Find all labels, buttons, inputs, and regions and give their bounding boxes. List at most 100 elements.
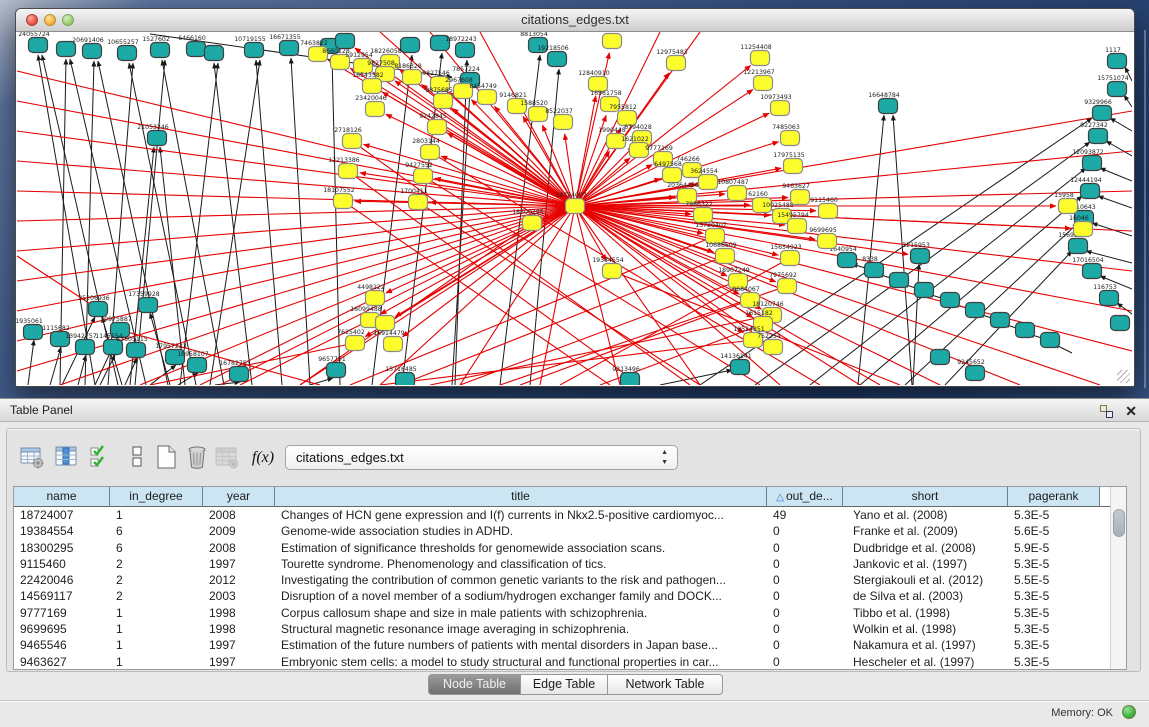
table-row[interactable]: 969969511998Structural magnetic resonanc… bbox=[14, 621, 1126, 637]
network-node[interactable] bbox=[966, 366, 985, 381]
network-node[interactable] bbox=[1108, 82, 1127, 97]
network-node[interactable] bbox=[603, 34, 622, 49]
table-row[interactable]: 2242004622012Investigating the contribut… bbox=[14, 572, 1126, 588]
table-row[interactable]: 977716911998Corpus callosum shape and si… bbox=[14, 605, 1126, 621]
network-node[interactable] bbox=[1081, 184, 1100, 199]
network-node[interactable] bbox=[205, 46, 224, 61]
tab-edge-table[interactable]: Edge Table bbox=[521, 674, 608, 695]
network-node[interactable] bbox=[83, 44, 102, 59]
network-node[interactable] bbox=[751, 51, 770, 66]
network-node[interactable] bbox=[991, 313, 1010, 328]
network-node[interactable] bbox=[1111, 316, 1130, 331]
network-node[interactable] bbox=[421, 145, 440, 160]
network-node[interactable] bbox=[414, 169, 433, 184]
select-columns-icon[interactable] bbox=[87, 444, 115, 472]
network-node[interactable] bbox=[754, 76, 773, 91]
network-canvas[interactable]: 1872400724055724206914061065525715276026… bbox=[16, 32, 1132, 385]
network-node[interactable] bbox=[409, 195, 428, 210]
network-node[interactable] bbox=[401, 38, 420, 53]
network-node[interactable] bbox=[890, 273, 909, 288]
zoom-window-button[interactable] bbox=[62, 14, 74, 26]
network-node[interactable] bbox=[784, 159, 803, 174]
column-header-short[interactable]: short bbox=[843, 487, 1008, 506]
network-node[interactable] bbox=[434, 94, 453, 109]
table-row[interactable]: 1938455462009Genome-wide association stu… bbox=[14, 523, 1126, 539]
network-node[interactable] bbox=[716, 249, 735, 264]
network-node[interactable] bbox=[699, 175, 718, 190]
column-header-out_de[interactable]: △out_de... bbox=[767, 487, 843, 506]
network-node[interactable] bbox=[366, 102, 385, 117]
row-height-icon[interactable] bbox=[123, 444, 151, 472]
tab-network-table[interactable]: Network Table bbox=[608, 674, 723, 695]
network-node[interactable] bbox=[818, 234, 837, 249]
network-node[interactable] bbox=[554, 115, 573, 130]
network-node[interactable] bbox=[245, 43, 264, 58]
network-node[interactable] bbox=[731, 360, 750, 375]
network-node[interactable] bbox=[428, 120, 447, 135]
network-node[interactable] bbox=[1083, 264, 1102, 279]
network-node[interactable] bbox=[966, 303, 985, 318]
network-node[interactable] bbox=[478, 90, 497, 105]
network-node[interactable] bbox=[230, 367, 249, 382]
network-node[interactable] bbox=[346, 336, 365, 351]
column-chooser-icon[interactable] bbox=[53, 444, 81, 472]
network-node[interactable] bbox=[1093, 106, 1112, 121]
network-node[interactable] bbox=[771, 101, 790, 116]
table-scrollbar[interactable] bbox=[1110, 487, 1126, 669]
function-builder-icon[interactable]: f(x) bbox=[249, 444, 277, 472]
network-node[interactable] bbox=[151, 43, 170, 58]
window-resize-grip[interactable] bbox=[1117, 370, 1130, 383]
network-node[interactable] bbox=[89, 302, 108, 317]
network-node[interactable] bbox=[865, 263, 884, 278]
network-node[interactable] bbox=[456, 43, 475, 58]
network-node[interactable] bbox=[24, 325, 43, 340]
network-node[interactable] bbox=[911, 249, 930, 264]
column-header-pagerank[interactable]: pagerank bbox=[1008, 487, 1100, 506]
minimize-window-button[interactable] bbox=[44, 14, 56, 26]
network-node[interactable] bbox=[280, 41, 299, 56]
network-node[interactable] bbox=[1016, 323, 1035, 338]
network-node[interactable] bbox=[1108, 54, 1127, 69]
network-node[interactable] bbox=[1069, 239, 1088, 254]
network-node[interactable] bbox=[941, 293, 960, 308]
network-node[interactable] bbox=[1074, 222, 1093, 237]
network-node[interactable] bbox=[188, 358, 207, 373]
network-node[interactable] bbox=[1100, 291, 1119, 306]
network-node[interactable] bbox=[334, 194, 353, 209]
network-node[interactable] bbox=[1041, 333, 1060, 348]
scrollbar-thumb[interactable] bbox=[1113, 509, 1125, 537]
tab-node-table[interactable]: Node Table bbox=[428, 674, 521, 695]
network-node[interactable] bbox=[339, 164, 358, 179]
network-node[interactable] bbox=[931, 350, 950, 365]
table-row[interactable]: 1830029562008Estimation of significance … bbox=[14, 540, 1126, 556]
table-row[interactable]: 946554611997Estimation of the future num… bbox=[14, 637, 1126, 653]
network-node[interactable] bbox=[403, 70, 422, 85]
column-header-name[interactable]: name bbox=[14, 487, 110, 506]
network-node[interactable] bbox=[29, 38, 48, 53]
network-node[interactable] bbox=[127, 343, 146, 358]
network-node[interactable] bbox=[879, 99, 898, 114]
network-node[interactable] bbox=[621, 373, 640, 386]
network-node[interactable] bbox=[187, 42, 206, 57]
close-panel-icon[interactable]: ✕ bbox=[1125, 401, 1137, 421]
table-row[interactable]: 1872400712008Changes of HCN gene express… bbox=[14, 507, 1126, 523]
network-node[interactable] bbox=[915, 283, 934, 298]
network-node[interactable] bbox=[728, 186, 747, 201]
network-node[interactable] bbox=[396, 373, 415, 386]
column-header-in_degree[interactable]: in_degree bbox=[110, 487, 203, 506]
network-node[interactable] bbox=[781, 131, 800, 146]
network-node[interactable] bbox=[819, 204, 838, 219]
column-header-title[interactable]: title bbox=[275, 487, 767, 506]
memory-status-indicator[interactable] bbox=[1122, 705, 1136, 719]
network-node[interactable] bbox=[788, 219, 807, 234]
network-node[interactable] bbox=[366, 291, 385, 306]
network-node[interactable] bbox=[778, 279, 797, 294]
table-row[interactable]: 911546021997Tourette syndrome. Phenomeno… bbox=[14, 556, 1126, 572]
network-node[interactable] bbox=[566, 199, 585, 214]
network-node[interactable] bbox=[376, 316, 395, 331]
network-node[interactable] bbox=[336, 34, 355, 49]
column-header-year[interactable]: year bbox=[203, 487, 275, 506]
network-node[interactable] bbox=[838, 253, 857, 268]
table-selector-dropdown[interactable]: citations_edges.txt ▲▼ bbox=[285, 445, 678, 470]
table-row[interactable]: 946362711997Embryonic stem cells: a mode… bbox=[14, 654, 1126, 670]
